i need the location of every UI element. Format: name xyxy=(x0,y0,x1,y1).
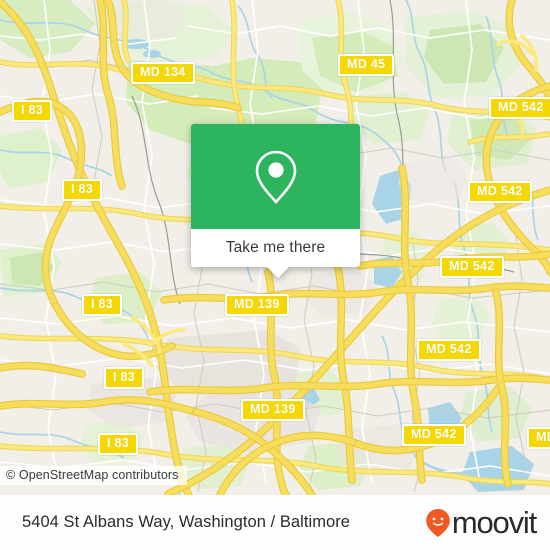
road-shield: I 83 xyxy=(82,294,123,317)
road-shield: MD 542 xyxy=(417,339,481,362)
moovit-logo[interactable]: moovit xyxy=(425,505,537,540)
popup-icon-area xyxy=(191,124,360,229)
road-shield: MD 542 xyxy=(468,181,532,204)
moovit-wordmark: moovit xyxy=(451,505,537,540)
road-shield: I 83 xyxy=(62,179,103,202)
osm-attribution[interactable]: © OpenStreetMap contributors xyxy=(0,466,187,485)
location-pin-icon xyxy=(255,150,296,204)
bottom-info-bar: 5404 St Albans Way, Washington / Baltimo… xyxy=(0,495,550,550)
take-me-there-button[interactable]: Take me there xyxy=(191,229,360,278)
road-shield: MD 542 xyxy=(402,424,466,447)
location-popup[interactable]: Take me there xyxy=(191,124,360,278)
moovit-pin-icon xyxy=(426,508,450,537)
road-shield: I 83 xyxy=(98,433,139,456)
road-shield: MD 542 xyxy=(489,97,550,120)
map-screen: .lw { fill:none; stroke:#ffffff; stroke-… xyxy=(0,0,550,550)
take-me-there-label: Take me there xyxy=(225,239,326,256)
popup-tail xyxy=(267,267,289,278)
road-shield: MD 139 xyxy=(241,399,305,422)
road-shield: I 83 xyxy=(12,100,53,123)
road-shield: MD 134 xyxy=(131,62,195,85)
road-shield: I 83 xyxy=(104,367,145,390)
address-label: 5404 St Albans Way, Washington / Baltimo… xyxy=(22,513,350,531)
road-shield: MD xyxy=(527,427,550,450)
road-shield: MD 542 xyxy=(440,256,504,279)
road-shield: MD 139 xyxy=(225,294,289,317)
road-shield: MD 45 xyxy=(338,54,395,77)
